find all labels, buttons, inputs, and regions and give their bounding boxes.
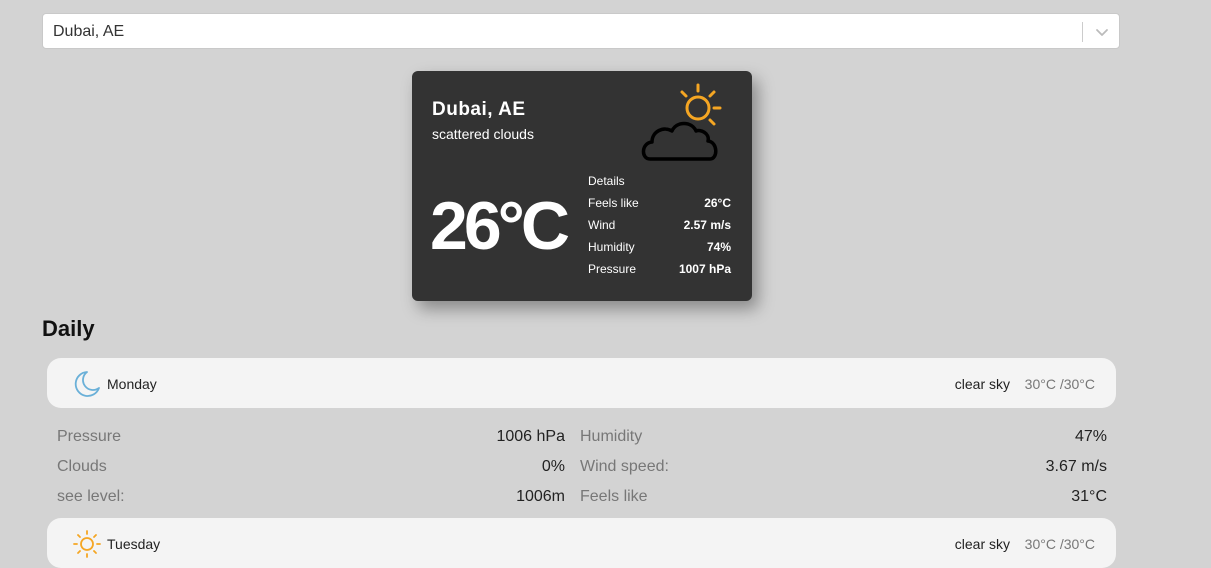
grid-value: 1006 hPa [496,428,565,445]
chevron-down-icon[interactable] [1094,24,1110,40]
grid-cell: Wind speed: 3.67 m/s [580,458,1107,476]
grid-label: Clouds [57,458,107,475]
grid-label: Wind speed: [580,458,669,475]
grid-value: 3.67 m/s [1045,458,1107,475]
city-select-value: Dubai, AE [53,23,125,40]
partly-cloudy-icon [641,83,722,161]
details-panel: Details Feels like 26°C Wind 2.57 m/s Hu… [588,170,731,280]
grid-label: Feels like [580,488,648,505]
detail-value: 74% [706,240,731,254]
grid-value: 31°C [1071,488,1107,505]
detail-value: 2.57 m/s [683,218,731,232]
detail-label: Pressure [588,262,637,276]
detail-value: 1007 hPa [678,262,731,276]
grid-row: see level: 1006m Feels like 31°C [57,482,1107,512]
grid-cell: Humidity 47% [580,428,1107,446]
grid-row: Clouds 0% Wind speed: 3.67 m/s [57,452,1107,482]
detail-label: Humidity [588,240,635,254]
day-accordion-monday[interactable]: Monday clear sky 30°C /30°C [47,358,1116,408]
detail-row: Wind 2.57 m/s [588,214,731,236]
grid-value: 47% [1074,428,1107,445]
detail-row: Feels like 26°C [588,192,731,214]
day-name: Monday [107,376,157,392]
day-accordion-tuesday[interactable]: Tuesday clear sky 30°C /30°C [47,518,1116,568]
day-name: Tuesday [107,536,161,552]
details-title: Details [588,174,625,188]
grid-cell: see level: 1006m [57,488,565,506]
detail-label: Wind [588,218,616,232]
grid-label: Humidity [580,428,643,445]
weather-description: scattered clouds [432,126,534,142]
moon-icon [74,371,100,397]
current-weather-card: Dubai, AE scattered clouds 26°C Details … [412,71,752,301]
grid-label: see level: [57,488,125,505]
select-separator [1082,22,1083,42]
grid-label: Pressure [57,428,122,445]
day-temperature-range: 30°C /30°C [1024,376,1095,392]
grid-cell: Feels like 31°C [580,488,1107,506]
day-temperature-range: 30°C /30°C [1024,536,1095,552]
detail-row: Pressure 1007 hPa [588,258,731,280]
city-name: Dubai, AE [432,99,526,120]
detail-label: Feels like [588,196,639,210]
day-details-grid: Pressure 1006 hPa Humidity 47% Clouds 0%… [57,422,1107,512]
detail-value: 26°C [704,196,731,210]
grid-cell: Pressure 1006 hPa [57,428,565,446]
day-description: clear sky [954,376,1010,392]
grid-cell: Clouds 0% [57,458,565,476]
sun-icon [73,530,101,558]
daily-heading: Daily [42,316,95,341]
detail-row: Humidity 74% [588,236,731,258]
current-temperature: 26°C [430,188,570,264]
details-title-row: Details [588,170,731,192]
grid-value: 0% [541,458,565,475]
city-select[interactable]: Dubai, AE [42,13,1120,49]
day-description: clear sky [954,536,1010,552]
grid-value: 1006m [516,488,565,505]
grid-row: Pressure 1006 hPa Humidity 47% [57,422,1107,452]
